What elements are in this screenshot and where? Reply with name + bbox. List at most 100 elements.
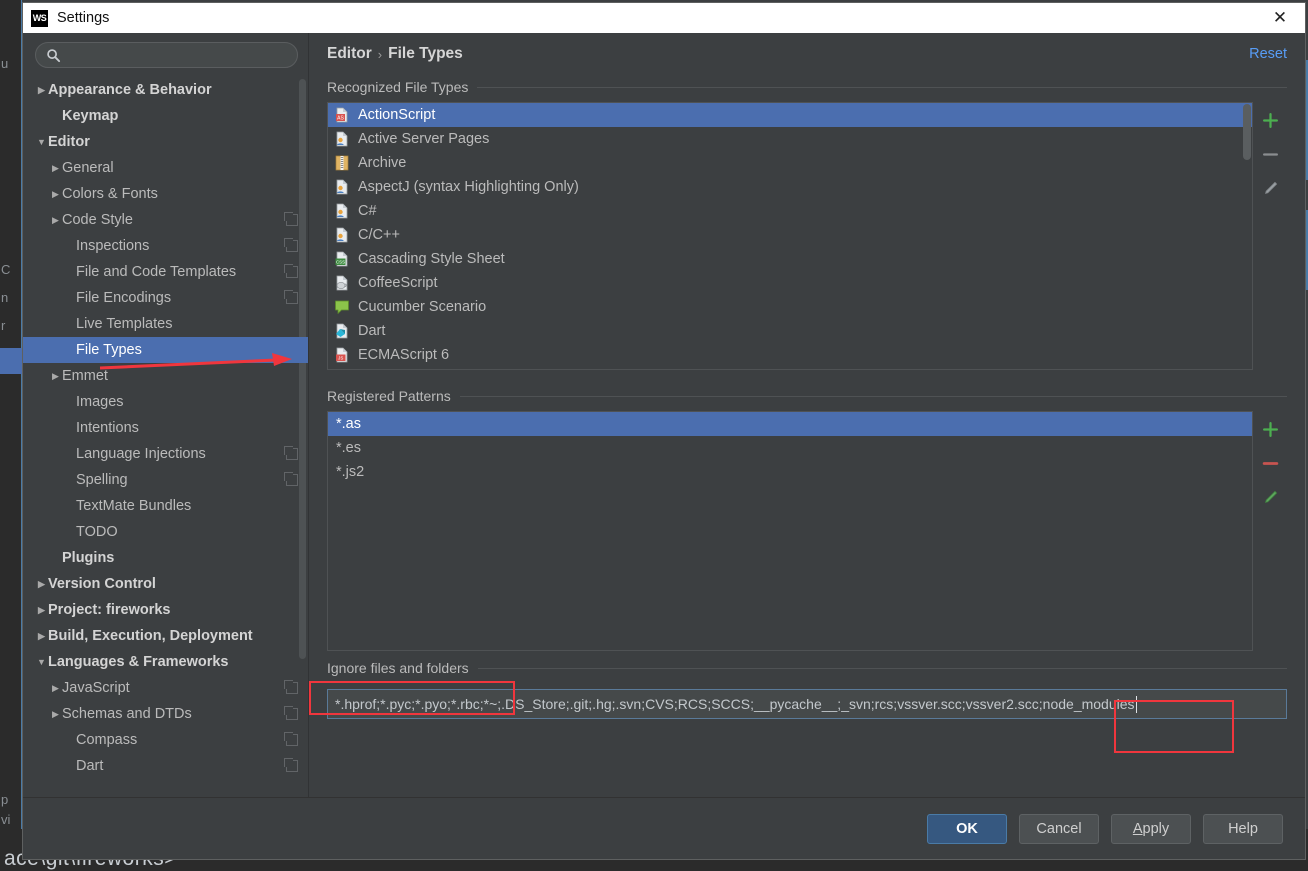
sidebar-item-live-templates[interactable]: Live Templates bbox=[23, 311, 308, 337]
sidebar-item-images[interactable]: Images bbox=[23, 389, 308, 415]
pattern-row[interactable]: *.es bbox=[328, 436, 1252, 460]
copy-settings-icon[interactable] bbox=[286, 708, 298, 720]
sidebar-item-label: Intentions bbox=[76, 420, 139, 436]
sidebar-item-languages-frameworks[interactable]: ▼Languages & Frameworks bbox=[23, 649, 308, 675]
edit-pattern-button[interactable] bbox=[1257, 484, 1283, 510]
file-type-row[interactable]: C# bbox=[328, 199, 1252, 223]
sidebar-item-project-fireworks[interactable]: ▶Project: fireworks bbox=[23, 597, 308, 623]
pattern-label: *.as bbox=[336, 416, 361, 432]
search-area bbox=[23, 33, 308, 75]
file-type-row[interactable]: Cucumber Scenario bbox=[328, 295, 1252, 319]
sidebar-item-colors-fonts[interactable]: ▶Colors & Fonts bbox=[23, 181, 308, 207]
chevron-right-icon[interactable]: ▶ bbox=[49, 164, 62, 173]
coffeescript-file-icon bbox=[334, 275, 350, 291]
sidebar-item-general[interactable]: ▶General bbox=[23, 155, 308, 181]
chevron-right-icon[interactable]: ▶ bbox=[49, 710, 62, 719]
file-type-row[interactable]: AspectJ (syntax Highlighting Only) bbox=[328, 175, 1252, 199]
edit-file-type-button[interactable] bbox=[1257, 175, 1283, 201]
copy-settings-icon[interactable] bbox=[286, 760, 298, 772]
sidebar-item-editor[interactable]: ▼Editor bbox=[23, 129, 308, 155]
sidebar-item-javascript[interactable]: ▶JavaScript bbox=[23, 675, 308, 701]
file-type-row[interactable]: CSSCascading Style Sheet bbox=[328, 247, 1252, 271]
sidebar-item-build-execution-deployment[interactable]: ▶Build, Execution, Deployment bbox=[23, 623, 308, 649]
reset-link[interactable]: Reset bbox=[1249, 46, 1287, 62]
sidebar-item-keymap[interactable]: Keymap bbox=[23, 103, 308, 129]
chevron-right-icon[interactable]: ▶ bbox=[49, 684, 62, 693]
sidebar-item-label: File and Code Templates bbox=[76, 264, 236, 280]
sidebar-item-label: File Types bbox=[76, 342, 142, 358]
add-file-type-button[interactable] bbox=[1257, 107, 1283, 133]
chevron-right-icon[interactable]: ▶ bbox=[35, 632, 48, 641]
chevron-right-icon[interactable]: ▶ bbox=[35, 86, 48, 95]
sidebar-item-textmate-bundles[interactable]: TextMate Bundles bbox=[23, 493, 308, 519]
help-button[interactable]: Help bbox=[1203, 814, 1283, 844]
file-type-row[interactable]: JSECMAScript 6 bbox=[328, 343, 1252, 367]
chevron-down-icon[interactable]: ▼ bbox=[35, 138, 48, 147]
copy-settings-icon[interactable] bbox=[286, 292, 298, 304]
add-pattern-button[interactable] bbox=[1257, 416, 1283, 442]
sidebar-item-todo[interactable]: TODO bbox=[23, 519, 308, 545]
copy-settings-icon[interactable] bbox=[286, 734, 298, 746]
remove-pattern-button[interactable] bbox=[1257, 450, 1283, 476]
sidebar-item-appearance-behavior[interactable]: ▶Appearance & Behavior bbox=[23, 77, 308, 103]
copy-settings-icon[interactable] bbox=[286, 474, 298, 486]
file-types-scrollbar[interactable] bbox=[1243, 104, 1251, 160]
registered-patterns-list[interactable]: *.as *.es*.js2 bbox=[327, 411, 1253, 651]
chevron-right-icon[interactable]: ▶ bbox=[49, 190, 62, 199]
sidebar-item-dart[interactable]: Dart bbox=[23, 753, 308, 779]
apply-button[interactable]: Apply bbox=[1111, 814, 1191, 844]
sidebar-item-inspections[interactable]: Inspections bbox=[23, 233, 308, 259]
file-type-row[interactable]: CoffeeScript bbox=[328, 271, 1252, 295]
backdrop-ghost-text: r bbox=[1, 318, 5, 333]
sidebar-item-file-encodings[interactable]: File Encodings bbox=[23, 285, 308, 311]
pattern-row[interactable]: *.as bbox=[328, 412, 1252, 436]
close-icon[interactable]: ✕ bbox=[1259, 4, 1301, 32]
sidebar-item-plugins[interactable]: Plugins bbox=[23, 545, 308, 571]
sidebar-item-file-types[interactable]: File Types bbox=[23, 337, 308, 363]
pattern-row[interactable]: *.js2 bbox=[328, 460, 1252, 484]
copy-settings-icon[interactable] bbox=[286, 448, 298, 460]
registered-patterns-toolbar bbox=[1253, 411, 1287, 651]
sidebar-item-file-and-code-templates[interactable]: File and Code Templates bbox=[23, 259, 308, 285]
css-file-icon: CSS bbox=[334, 251, 350, 267]
chevron-right-icon[interactable]: ▶ bbox=[49, 372, 62, 381]
file-type-row[interactable]: Active Server Pages bbox=[328, 127, 1252, 151]
actionscript-file-icon: AS bbox=[334, 107, 350, 123]
chevron-right-icon[interactable]: ▶ bbox=[49, 216, 62, 225]
backdrop-ghost-text: u bbox=[1, 56, 8, 71]
ignore-files-input[interactable]: *.hprof;*.pyc;*.pyo;*.rbc;*~;.DS_Store;.… bbox=[327, 689, 1287, 719]
sidebar-item-version-control[interactable]: ▶Version Control bbox=[23, 571, 308, 597]
file-type-row[interactable]: C/C++ bbox=[328, 223, 1252, 247]
breadcrumb-parent[interactable]: Editor bbox=[327, 45, 372, 63]
sidebar-item-compass[interactable]: Compass bbox=[23, 727, 308, 753]
copy-settings-icon[interactable] bbox=[286, 266, 298, 278]
webstorm-icon: WS bbox=[31, 10, 48, 27]
copy-settings-icon[interactable] bbox=[286, 240, 298, 252]
settings-tree[interactable]: ▶Appearance & BehaviorKeymap▼Editor▶Gene… bbox=[23, 75, 308, 797]
search-box[interactable] bbox=[35, 42, 298, 68]
search-input[interactable] bbox=[68, 48, 287, 63]
copy-settings-icon[interactable] bbox=[286, 682, 298, 694]
sidebar-item-intentions[interactable]: Intentions bbox=[23, 415, 308, 441]
chevron-right-icon[interactable]: ▶ bbox=[35, 580, 48, 589]
sidebar-item-schemas-and-dtds[interactable]: ▶Schemas and DTDs bbox=[23, 701, 308, 727]
file-type-label: C/C++ bbox=[358, 227, 400, 243]
recognized-file-types-list[interactable]: ASActionScriptActive Server PagesArchive… bbox=[327, 102, 1253, 370]
file-type-row[interactable]: Archive bbox=[328, 151, 1252, 175]
search-icon bbox=[46, 48, 61, 63]
copy-settings-icon[interactable] bbox=[286, 214, 298, 226]
remove-file-type-button[interactable] bbox=[1257, 141, 1283, 167]
file-type-row[interactable]: Dart bbox=[328, 319, 1252, 343]
sidebar-item-label: Emmet bbox=[62, 368, 108, 384]
ok-button[interactable]: OK bbox=[927, 814, 1007, 844]
chevron-down-icon[interactable]: ▼ bbox=[35, 658, 48, 667]
sidebar-item-emmet[interactable]: ▶Emmet bbox=[23, 363, 308, 389]
cancel-button[interactable]: Cancel bbox=[1019, 814, 1099, 844]
sidebar-item-spelling[interactable]: Spelling bbox=[23, 467, 308, 493]
sidebar-item-label: Editor bbox=[48, 134, 90, 150]
sidebar-item-code-style[interactable]: ▶Code Style bbox=[23, 207, 308, 233]
sidebar-item-label: Keymap bbox=[62, 108, 118, 124]
sidebar-item-language-injections[interactable]: Language Injections bbox=[23, 441, 308, 467]
chevron-right-icon[interactable]: ▶ bbox=[35, 606, 48, 615]
file-type-row[interactable]: ASActionScript bbox=[328, 103, 1252, 127]
